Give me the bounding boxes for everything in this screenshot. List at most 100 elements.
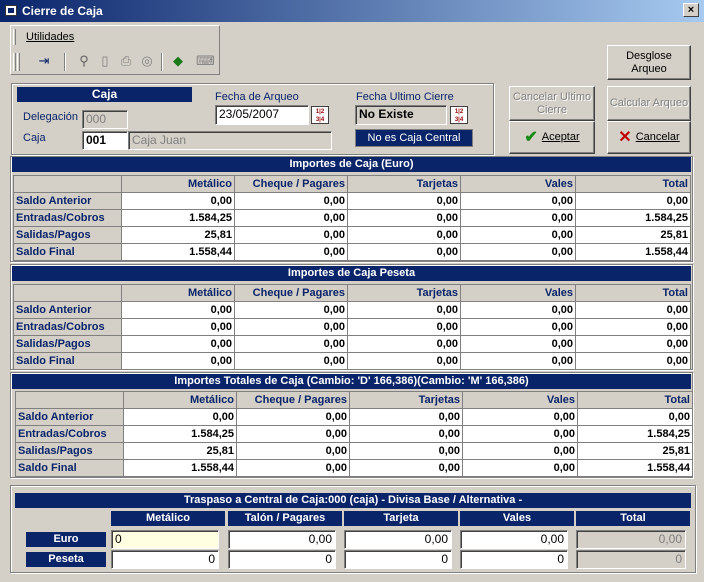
table-header-row: Metálico Cheque / Pagares Tarjetas Vales… bbox=[15, 391, 693, 409]
peseta-talon-input[interactable]: 0 bbox=[228, 550, 336, 569]
column-header: Total bbox=[575, 284, 691, 302]
cell: 0,00 bbox=[123, 408, 237, 426]
cell: 1.584,25 bbox=[577, 425, 693, 443]
column-header: Tarjetas bbox=[347, 175, 461, 193]
euro-table: Metálico Cheque / Pagares Tarjetas Vales… bbox=[13, 175, 691, 261]
euro-vales-input[interactable]: 0,00 bbox=[460, 530, 568, 549]
cell: 0,00 bbox=[236, 408, 350, 426]
euro-tarjeta-input[interactable]: 0,00 bbox=[344, 530, 452, 549]
delegacion-label: Delegación bbox=[23, 111, 79, 123]
cancelar-ultimo-cierre-button[interactable]: Cancelar Ultimo Cierre bbox=[509, 86, 595, 121]
cell: 1.584,25 bbox=[121, 209, 235, 227]
toolbar-grip-2 bbox=[13, 53, 16, 71]
row-label: Entradas/Cobros bbox=[13, 318, 122, 336]
column-header: Vales bbox=[460, 175, 576, 193]
row-label: Entradas/Cobros bbox=[13, 209, 122, 227]
peseta-tarjeta-input[interactable]: 0 bbox=[344, 550, 452, 569]
row-label: Saldo Final bbox=[13, 243, 122, 261]
cell: 0,00 bbox=[121, 301, 235, 319]
table-row: Saldo Anterior 0,00 0,00 0,00 0,00 0,00 bbox=[15, 408, 693, 426]
cell: 0,00 bbox=[234, 226, 348, 244]
caja-name-field: Caja Juan bbox=[128, 131, 332, 150]
row-label: Salidas/Pagos bbox=[13, 226, 122, 244]
cell: 1.558,44 bbox=[577, 459, 693, 477]
cell: 0,00 bbox=[234, 192, 348, 210]
totales-table: Metálico Cheque / Pagares Tarjetas Vales… bbox=[15, 391, 693, 477]
row-label: Entradas/Cobros bbox=[15, 425, 124, 443]
cell: 0,00 bbox=[575, 335, 691, 353]
table-row: Saldo Anterior 0,00 0,00 0,00 0,00 0,00 bbox=[13, 301, 691, 319]
cell: 0,00 bbox=[460, 301, 576, 319]
euro-talon-input[interactable]: 0,00 bbox=[228, 530, 336, 549]
cell: 25,81 bbox=[121, 226, 235, 244]
table-row: Saldo Final 1.558,44 0,00 0,00 0,00 1.558,44 bbox=[13, 243, 691, 261]
fecha-ultimo-cierre-label: Fecha Ultimo Cierre bbox=[356, 91, 454, 103]
caja-header: Caja bbox=[17, 87, 192, 102]
cell: 0,00 bbox=[460, 335, 576, 353]
cell: 0,00 bbox=[234, 301, 348, 319]
euro-metalico-input[interactable]: 0 bbox=[111, 530, 219, 549]
help-icon[interactable]: ⌨ bbox=[196, 53, 215, 69]
traspaso-row-peseta: Peseta bbox=[26, 552, 106, 567]
table-row: Saldo Anterior 0,00 0,00 0,00 0,00 0,00 bbox=[13, 192, 691, 210]
cell: 0,00 bbox=[349, 442, 463, 460]
calcular-arqueo-button[interactable]: Calcular Arqueo bbox=[607, 86, 691, 121]
exit-icon[interactable]: ⇥ bbox=[36, 53, 52, 69]
fecha-arqueo-label: Fecha de Arqueo bbox=[215, 91, 299, 103]
aceptar-button[interactable]: ✔ Aceptar bbox=[509, 121, 595, 154]
close-button[interactable]: × bbox=[683, 3, 699, 17]
cell: 0,00 bbox=[347, 209, 461, 227]
euro-section-header: Importes de Caja (Euro) bbox=[12, 157, 691, 172]
cell: 0,00 bbox=[121, 335, 235, 353]
cancelar-button[interactable]: ✕ Cancelar bbox=[607, 121, 691, 154]
book-icon[interactable]: ◆ bbox=[170, 53, 186, 69]
row-label: Saldo Final bbox=[15, 459, 124, 477]
fecha-ultimo-cierre-calendar-icon[interactable]: 1|2 3|4 bbox=[450, 106, 468, 124]
cell: 0,00 bbox=[575, 301, 691, 319]
totales-section-header: Importes Totales de Caja (Cambio: 'D' 16… bbox=[12, 374, 691, 389]
cell: 0,00 bbox=[349, 459, 463, 477]
preview-icon[interactable]: ◎ bbox=[139, 53, 155, 69]
caja-code-field[interactable]: 001 bbox=[82, 131, 128, 150]
fecha-arqueo-calendar-icon[interactable]: 1|2 3|4 bbox=[311, 106, 329, 124]
table-row: Saldo Final 1.558,44 0,00 0,00 0,00 1.558,44 bbox=[15, 459, 693, 477]
cell: 0,00 bbox=[460, 243, 576, 261]
euro-total-field: 0,00 bbox=[576, 530, 686, 549]
column-header: Metálico bbox=[121, 284, 235, 302]
table-row: Salidas/Pagos 0,00 0,00 0,00 0,00 0,00 bbox=[13, 335, 691, 353]
check-icon: ✔ bbox=[524, 129, 538, 146]
fecha-arqueo-field[interactable]: 23/05/2007 bbox=[215, 105, 309, 125]
cell: 0,00 bbox=[347, 318, 461, 336]
delegacion-field[interactable]: 000 bbox=[82, 110, 128, 129]
binoculars-icon[interactable]: ⚲ bbox=[76, 53, 92, 69]
cell: 25,81 bbox=[577, 442, 693, 460]
traspaso-col-metalico: Metálico bbox=[111, 511, 225, 526]
cell: 0,00 bbox=[460, 192, 576, 210]
cell: 0,00 bbox=[121, 318, 235, 336]
utilidades-menu[interactable]: Utilidades bbox=[26, 31, 74, 43]
column-header: Total bbox=[577, 391, 693, 409]
cell: 0,00 bbox=[347, 352, 461, 370]
fecha-ultimo-cierre-field: No Existe bbox=[355, 105, 447, 125]
cell: 0,00 bbox=[347, 243, 461, 261]
cell: 0,00 bbox=[460, 226, 576, 244]
peseta-metalico-input[interactable]: 0 bbox=[111, 550, 219, 569]
column-header: Metálico bbox=[121, 175, 235, 193]
printer-icon[interactable]: ⎙ bbox=[118, 53, 134, 69]
peseta-vales-input[interactable]: 0 bbox=[460, 550, 568, 569]
toolbar-separator-2 bbox=[161, 53, 163, 71]
cell: 0,00 bbox=[575, 352, 691, 370]
cell: 0,00 bbox=[234, 335, 348, 353]
cell: 0,00 bbox=[462, 459, 578, 477]
cell: 1.584,25 bbox=[575, 209, 691, 227]
desglose-arqueo-button[interactable]: Desglose Arqueo bbox=[607, 45, 691, 80]
window-title: Cierre de Caja bbox=[22, 4, 103, 18]
cell: 0,00 bbox=[234, 209, 348, 227]
toolbar-separator bbox=[64, 53, 66, 71]
peseta-section-header: Importes de Caja Peseta bbox=[12, 266, 691, 281]
document-icon[interactable]: ▯ bbox=[97, 53, 113, 69]
caja-central-status: No es Caja Central bbox=[355, 129, 473, 147]
cell: 0,00 bbox=[460, 318, 576, 336]
table-row: Entradas/Cobros 1.584,25 0,00 0,00 0,00 1.58… bbox=[15, 425, 693, 443]
row-label: Saldo Anterior bbox=[13, 301, 122, 319]
